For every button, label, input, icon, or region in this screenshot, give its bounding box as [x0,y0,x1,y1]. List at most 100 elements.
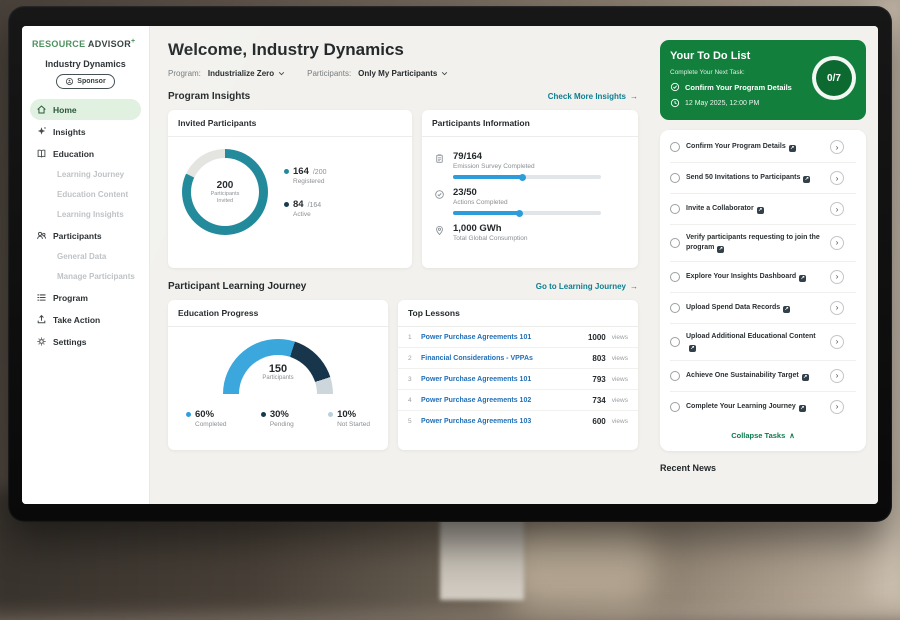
task-row[interactable]: Send 50 Invitations to Participants↗ › [670,163,856,194]
lesson-views-label: views [612,355,628,362]
sidebar-item-education[interactable]: Education [30,143,141,164]
todo-due: 12 May 2025, 12:00 PM [670,98,856,108]
legend-value: 60% [195,409,214,420]
program-filter-select[interactable]: Industrialize Zero [208,69,285,78]
sponsor-icon [65,77,74,86]
logo-primary: RESOURCE [32,39,85,49]
chevron-right-icon[interactable]: › [830,270,844,284]
task-row[interactable]: Explore Your Insights Dashboard↗ › [670,262,856,293]
chevron-right-icon[interactable]: › [830,335,844,349]
legend-dot-not-started [328,412,333,417]
todo-summary-card: Your To Do List Complete Your Next Task:… [660,40,866,120]
launch-icon: ↗ [783,306,790,313]
dashboard-screen: RESOURCE ADVISOR+ Industry Dynamics Spon… [22,26,878,504]
logo-plus: + [131,38,135,45]
task-checkbox[interactable] [670,204,680,214]
legend-dot-registered [284,169,289,174]
sponsor-badge-label: Sponsor [77,78,105,85]
participants-filter-select[interactable]: Only My Participants [358,69,448,78]
chevron-right-icon[interactable]: › [830,400,844,414]
legend-total: /164 [308,202,322,209]
task-row[interactable]: Complete Your Learning Journey↗ › [670,392,856,422]
chevron-right-icon[interactable]: › [830,140,844,154]
task-checkbox[interactable] [670,272,680,282]
sidebar-item-insights[interactable]: Insights [30,121,141,142]
link-label: Go to Learning Journey [536,282,626,291]
launch-icon: ↗ [757,207,764,214]
task-row[interactable]: Upload Spend Data Records↗ › [670,293,856,324]
task-checkbox[interactable] [670,303,680,313]
donut-center-label: Participants Invited [207,191,243,205]
invited-participants-donut: 200 Participants Invited [182,149,268,235]
lesson-link[interactable]: Power Purchase Agreements 102 [421,397,586,404]
collapse-tasks-button[interactable]: Collapse Tasks ∧ [670,422,856,449]
section-title: Participant Learning Journey [168,281,306,292]
legend-dot-completed [186,412,191,417]
sidebar-item-label: Take Action [53,315,100,325]
task-row[interactable]: Upload Additional Educational Content↗ › [670,324,856,361]
donut-center: 200 Participants Invited [191,158,259,226]
sidebar-item-take-action[interactable]: Take Action [30,309,141,330]
sidebar: RESOURCE ADVISOR+ Industry Dynamics Spon… [22,26,150,504]
progress-track [453,175,601,179]
lesson-row: 3 Power Purchase Agreements 101 793 view… [398,369,638,390]
lesson-row: 5 Power Purchase Agreements 103 600 view… [398,411,638,431]
task-checkbox[interactable] [670,238,680,248]
program-filter-label: Program: [168,69,201,78]
legend-label: Completed [195,421,226,428]
task-checkbox[interactable] [670,337,680,347]
chevron-right-icon[interactable]: › [830,236,844,250]
filter-bar: Program: Industrialize Zero Participants… [168,69,638,78]
go-to-learning-journey-link[interactable]: Go to Learning Journey → [536,282,638,291]
task-label: Achieve One Sustainability Target [686,372,799,379]
task-checkbox[interactable] [670,142,680,152]
sidebar-item-home[interactable]: Home [30,99,141,120]
lesson-rank: 3 [408,376,415,383]
legend-label: Not Started [337,421,370,428]
lesson-link[interactable]: Financial Considerations - VPPAs [421,355,586,362]
sidebar-item-label: Learning Insights [57,210,124,219]
sponsor-badge[interactable]: Sponsor [56,74,114,89]
lesson-views-label: views [612,376,628,383]
background-highlight [505,520,655,610]
stat-label: Actions Completed [453,199,601,206]
lesson-link[interactable]: Power Purchase Agreements 103 [421,418,586,425]
chevron-right-icon[interactable]: › [830,171,844,185]
task-row[interactable]: Invite a Collaborator↗ › [670,194,856,225]
legend-item-registered: 164 /200 Registered [284,166,326,185]
sidebar-item-education-content[interactable]: Education Content [30,185,141,204]
legend-dot-active [284,202,289,207]
stat-value: 1,000 GWh [453,223,527,234]
chevron-right-icon[interactable]: › [830,369,844,383]
chevron-right-icon[interactable]: › [830,202,844,216]
sidebar-item-program[interactable]: Program [30,287,141,308]
chevron-right-icon[interactable]: › [830,301,844,315]
task-checkbox[interactable] [670,371,680,381]
stat-value: 23/50 [453,187,601,198]
lesson-link[interactable]: Power Purchase Agreements 101 [421,376,586,383]
todo-progress-value: 0/7 [827,73,841,84]
gauge-legend: 60% Completed 30% Pending 10% Not Starte… [168,397,388,428]
sidebar-item-manage-participants[interactable]: Manage Participants [30,267,141,286]
task-label: Invite a Collaborator [686,205,754,212]
sidebar-item-participants[interactable]: Participants [30,225,141,246]
check-more-insights-link[interactable]: Check More Insights → [548,92,638,101]
gauge-center-value: 150 [223,363,333,375]
sidebar-item-general-data[interactable]: General Data [30,247,141,266]
task-checkbox[interactable] [670,402,680,412]
right-panel: Your To Do List Complete Your Next Task:… [650,26,878,504]
task-row[interactable]: Confirm Your Program Details↗ › [670,132,856,163]
legend-item-active: 84 /164 Active [284,199,326,218]
lesson-link[interactable]: Power Purchase Agreements 101 [421,334,582,341]
lesson-row: 1 Power Purchase Agreements 101 1000 vie… [398,327,638,348]
lesson-views-label: views [612,418,628,425]
task-row[interactable]: Achieve One Sustainability Target↗ › [670,361,856,392]
education-gauge-wrap: 150 Participants [223,339,333,397]
sidebar-item-label: Learning Journey [57,170,124,179]
sidebar-item-settings[interactable]: Settings [30,331,141,352]
sparkle-icon [36,126,47,137]
sidebar-item-learning-insights[interactable]: Learning Insights [30,205,141,224]
task-row[interactable]: Verify participants requesting to join t… [670,225,856,262]
sidebar-item-learning-journey[interactable]: Learning Journey [30,165,141,184]
task-checkbox[interactable] [670,173,680,183]
